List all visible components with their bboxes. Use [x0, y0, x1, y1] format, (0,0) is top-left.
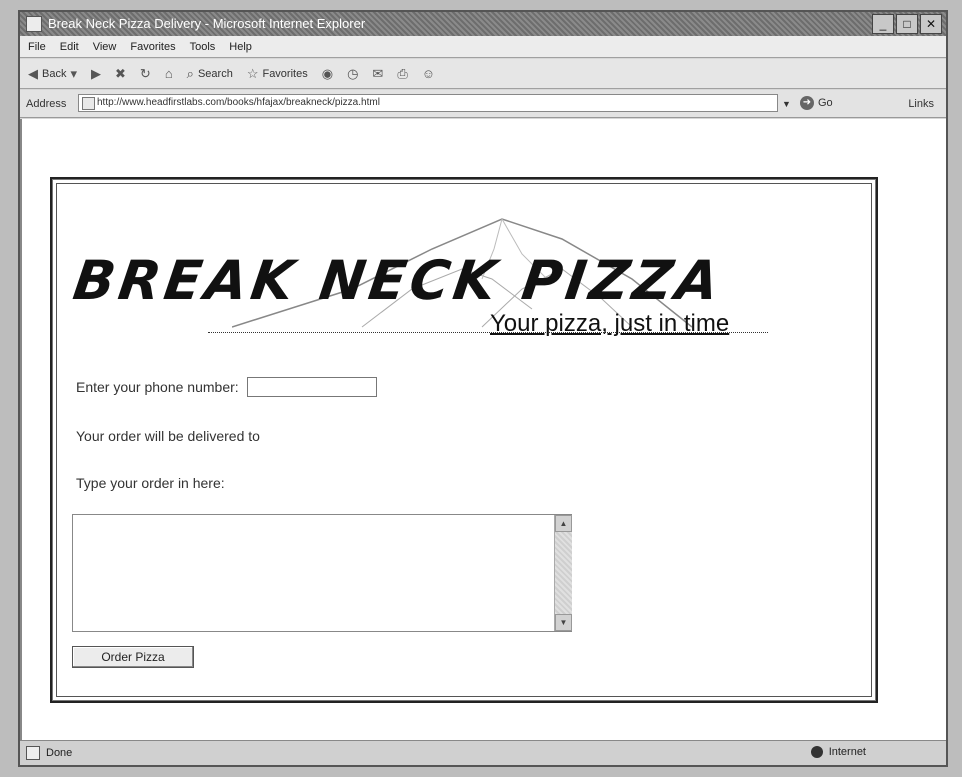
- zone-text: Internet: [828, 746, 866, 758]
- go-button[interactable]: ➜ Go: [800, 96, 833, 110]
- home-button[interactable]: ⌂: [165, 66, 173, 81]
- go-label: Go: [818, 97, 833, 109]
- go-arrow-icon: ➜: [800, 96, 814, 110]
- star-icon: ☆: [246, 65, 259, 81]
- favorites-button[interactable]: ☆ Favorites: [247, 66, 308, 82]
- ie-icon: [26, 16, 42, 32]
- mail-icon: ✉: [372, 65, 384, 81]
- chevron-down-icon: ▾: [70, 65, 77, 81]
- browser-window: Break Neck Pizza Delivery - Microsoft In…: [18, 10, 948, 767]
- scroll-up-icon[interactable]: ▲: [555, 515, 572, 532]
- menu-favorites[interactable]: Favorites: [130, 41, 175, 53]
- menu-edit[interactable]: Edit: [60, 41, 79, 53]
- window-title: Break Neck Pizza Delivery - Microsoft In…: [48, 16, 366, 31]
- status-bar: Done Internet: [20, 740, 946, 765]
- back-label: Back: [42, 67, 67, 80]
- address-label: Address: [26, 98, 67, 110]
- page-icon: [82, 97, 95, 110]
- refresh-icon: ↻: [139, 65, 151, 81]
- media-icon: ◉: [321, 65, 334, 81]
- phone-row: Enter your phone number:: [76, 377, 377, 397]
- order-pizza-button[interactable]: Order Pizza: [72, 646, 194, 668]
- search-icon: ⌕: [186, 65, 194, 81]
- menu-help[interactable]: Help: [229, 41, 252, 53]
- order-label: Type your order in here:: [76, 475, 225, 491]
- delivery-address-text: Your order will be delivered to: [76, 428, 260, 444]
- minimize-button[interactable]: _: [872, 14, 894, 34]
- menu-bar: File Edit View Favorites Tools Help: [20, 36, 946, 58]
- search-label: Search: [197, 67, 233, 80]
- pizza-form-frame: BREAK NECK PIZZA Your pizza, just in tim…: [50, 177, 878, 703]
- status-zone: Internet: [810, 746, 866, 758]
- search-button[interactable]: ⌕ Search: [187, 66, 233, 82]
- scroll-down-icon[interactable]: ▼: [555, 614, 572, 631]
- page-done-icon: [26, 746, 40, 760]
- forward-button[interactable]: ▶: [91, 66, 101, 82]
- maximize-button[interactable]: □: [896, 14, 918, 34]
- home-icon: ⌂: [164, 66, 173, 81]
- address-bar: Address http://www.headfirstlabs.com/boo…: [20, 90, 946, 118]
- toolbar: ◀ Back ▾ ▶ ✖ ↻ ⌂ ⌕ Search ☆ Favorites ◉ …: [20, 59, 946, 89]
- address-input[interactable]: http://www.headfirstlabs.com/books/hfaja…: [78, 94, 778, 112]
- messenger-icon: ☺: [421, 66, 435, 81]
- globe-icon: [810, 746, 823, 758]
- links-label[interactable]: Links: [908, 98, 934, 110]
- title-bar: Break Neck Pizza Delivery - Microsoft In…: [20, 12, 946, 36]
- status-text: Done: [46, 747, 73, 759]
- history-button[interactable]: ◷: [347, 66, 358, 82]
- address-url: http://www.headfirstlabs.com/books/hfaja…: [97, 97, 380, 108]
- stop-icon: ✖: [115, 65, 126, 81]
- order-scrollbar[interactable]: ▲ ▼: [554, 515, 572, 631]
- menu-view[interactable]: View: [93, 41, 117, 53]
- print-icon: ⎙: [397, 65, 408, 81]
- media-button[interactable]: ◉: [322, 66, 333, 82]
- page-content: BREAK NECK PIZZA Your pizza, just in tim…: [20, 119, 946, 741]
- menu-tools[interactable]: Tools: [190, 41, 216, 53]
- phone-input[interactable]: [246, 377, 377, 397]
- history-icon: ◷: [347, 65, 359, 81]
- tagline: Your pizza, just in time: [490, 310, 730, 337]
- favorites-label: Favorites: [262, 67, 308, 80]
- mail-button[interactable]: ✉: [372, 66, 383, 82]
- order-textarea[interactable]: [72, 514, 572, 632]
- messenger-button[interactable]: ☺: [422, 66, 435, 81]
- back-arrow-icon: ◀: [28, 65, 38, 81]
- refresh-button[interactable]: ↻: [140, 66, 151, 82]
- forward-arrow-icon: ▶: [91, 65, 101, 81]
- page-logo: BREAK NECK PIZZA: [69, 249, 727, 312]
- print-button[interactable]: ⎙: [397, 66, 407, 82]
- back-button[interactable]: ◀ Back ▾: [28, 66, 77, 82]
- address-dropdown-icon[interactable]: ▼: [782, 99, 791, 109]
- phone-label: Enter your phone number:: [76, 379, 239, 395]
- status-left: Done: [26, 746, 72, 760]
- menu-file[interactable]: File: [28, 41, 46, 53]
- close-button[interactable]: ✕: [920, 14, 942, 34]
- window-controls: _ □ ✕: [872, 14, 942, 34]
- stop-button[interactable]: ✖: [115, 66, 126, 82]
